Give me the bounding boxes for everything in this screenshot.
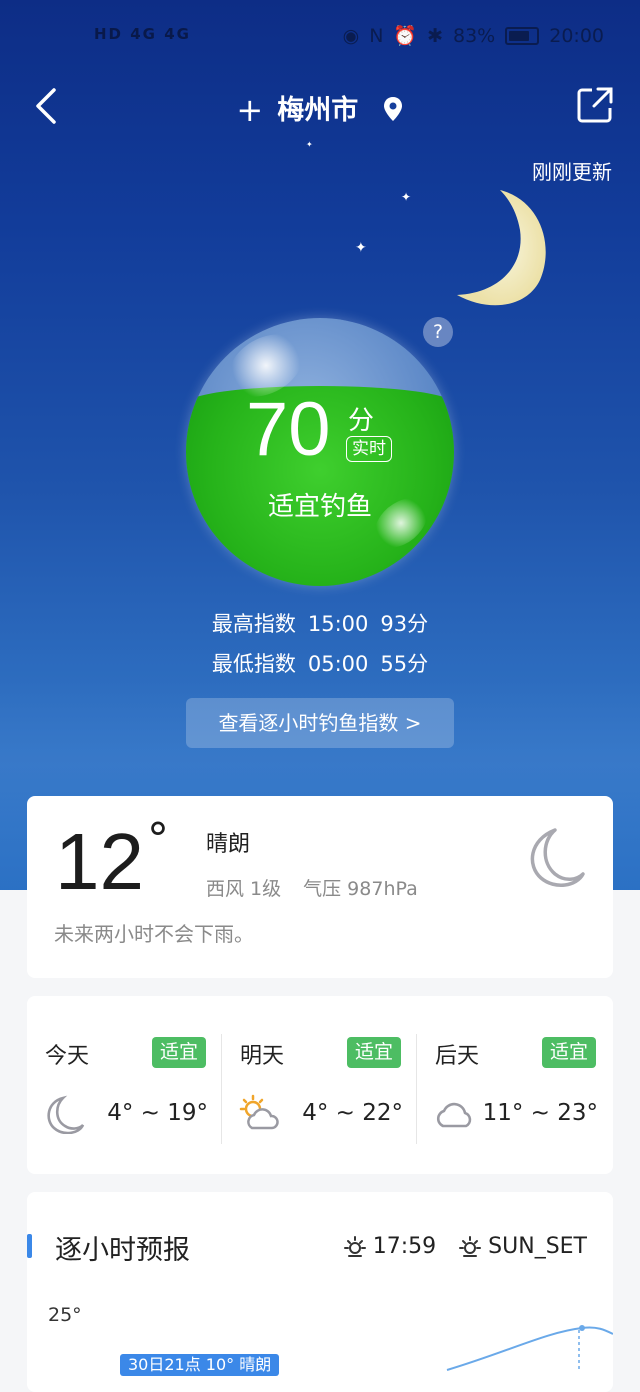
- temperature-range: 11° ~ 23°: [482, 1100, 598, 1126]
- alarm-icon: ⏰: [393, 25, 418, 47]
- pressure-info: 气压 987hPa: [303, 878, 418, 900]
- sunset-label: SUN_SET: [488, 1234, 587, 1259]
- weather-condition: 晴朗: [206, 832, 251, 857]
- signal-indicators: HD 4G 4G: [94, 25, 191, 43]
- share-icon[interactable]: [576, 86, 614, 124]
- sun-times: 17:59 SUN_SET: [343, 1234, 587, 1259]
- hourly-index-button[interactable]: 查看逐小时钓鱼指数 >: [186, 698, 454, 748]
- current-temperature: 12: [55, 817, 144, 906]
- three-day-card: 今天 适宜 4° ~ 19° 明天 适宜 4° ~ 22° 后天 适宜 11° …: [27, 996, 613, 1174]
- temperature-range: 4° ~ 19°: [107, 1100, 208, 1126]
- city-title[interactable]: + 梅州市: [0, 88, 640, 129]
- hero-section: HD 4G 4G ◉ N ⏰ ✱ 83% 20:00 + 梅州市 刚刚更新 ✦ ✦: [0, 0, 640, 890]
- max-index-value: 93分: [380, 612, 429, 636]
- day-name: 明天: [240, 1044, 285, 1069]
- max-index-label: 最高指数: [211, 612, 296, 636]
- current-weather-card: 12 ° 晴朗 西风 1级 气压 987hPa 未来两小时不会下雨。: [27, 796, 613, 978]
- temperature-range: 4° ~ 22°: [302, 1100, 403, 1126]
- add-city-icon[interactable]: +: [236, 91, 263, 129]
- max-index-row: 最高指数 15:00 93分: [0, 608, 640, 638]
- moon-icon: [457, 190, 546, 306]
- status-bar: HD 4G 4G ◉ N ⏰ ✱ 83% 20:00: [0, 22, 640, 54]
- degree-symbol: °: [147, 814, 169, 865]
- min-index-row: 最低指数 05:00 55分: [0, 648, 640, 678]
- section-accent-bar: [27, 1234, 32, 1258]
- sunset-icon: [459, 1235, 482, 1257]
- battery-percent: 83%: [453, 24, 496, 47]
- min-index-value: 55分: [380, 652, 429, 676]
- hourly-forecast-card: 逐小时预报 17:59 SUN_SET 25° 30日21点 10° 晴朗: [27, 1192, 613, 1392]
- star-icon: ✦: [355, 240, 367, 256]
- rain-hint: 未来两小时不会下雨。: [54, 922, 254, 946]
- day-tomorrow[interactable]: 明天 适宜 4° ~ 22°: [222, 996, 417, 1174]
- sunrise-icon: [343, 1235, 366, 1257]
- suitability-badge: 适宜: [151, 1037, 206, 1068]
- cloud-icon: [436, 1102, 472, 1128]
- top-bar: + 梅州市: [0, 82, 640, 130]
- help-button[interactable]: ?: [423, 317, 453, 347]
- min-index-label: 最低指数: [211, 652, 296, 676]
- clock: 20:00: [549, 24, 604, 47]
- fishing-verdict: 适宜钓鱼: [267, 492, 372, 522]
- star-icon: ✦: [306, 140, 313, 149]
- sunrise-time: 17:59: [372, 1234, 437, 1259]
- location-pin-icon: [383, 97, 402, 121]
- wind-pressure: 西风 1级 气压 987hPa: [206, 874, 440, 901]
- eye-icon: ◉: [342, 24, 360, 47]
- day-name: 后天: [435, 1044, 480, 1069]
- fishing-score: 70: [246, 387, 331, 472]
- wind-info: 西风 1级: [206, 878, 282, 900]
- moon-icon: [530, 828, 585, 887]
- day-today[interactable]: 今天 适宜 4° ~ 19°: [27, 996, 222, 1174]
- min-index-time: 05:00: [307, 652, 369, 676]
- update-status: 刚刚更新: [532, 160, 612, 184]
- score-unit: 分: [348, 406, 375, 436]
- city-name: 梅州市: [277, 95, 359, 126]
- day-after-tomorrow[interactable]: 后天 适宜 11° ~ 23°: [417, 996, 612, 1174]
- star-icon: ✦: [401, 190, 412, 204]
- partly-cloudy-icon: [239, 1094, 279, 1130]
- battery-icon: [505, 26, 540, 45]
- temperature-curve: [446, 1325, 613, 1372]
- moon-icon: [47, 1095, 85, 1134]
- max-index-time: 15:00: [307, 612, 369, 636]
- bluetooth-icon: ✱: [427, 24, 443, 47]
- hourly-tooltip: 30日21点 10° 晴朗: [120, 1354, 280, 1376]
- suitability-badge: 适宜: [346, 1037, 401, 1068]
- nfc-icon: N: [369, 24, 384, 47]
- suitability-badge: 适宜: [541, 1037, 596, 1068]
- hourly-title: 逐小时预报: [55, 1235, 190, 1266]
- day-name: 今天: [45, 1044, 90, 1069]
- realtime-badge: 实时: [346, 436, 392, 462]
